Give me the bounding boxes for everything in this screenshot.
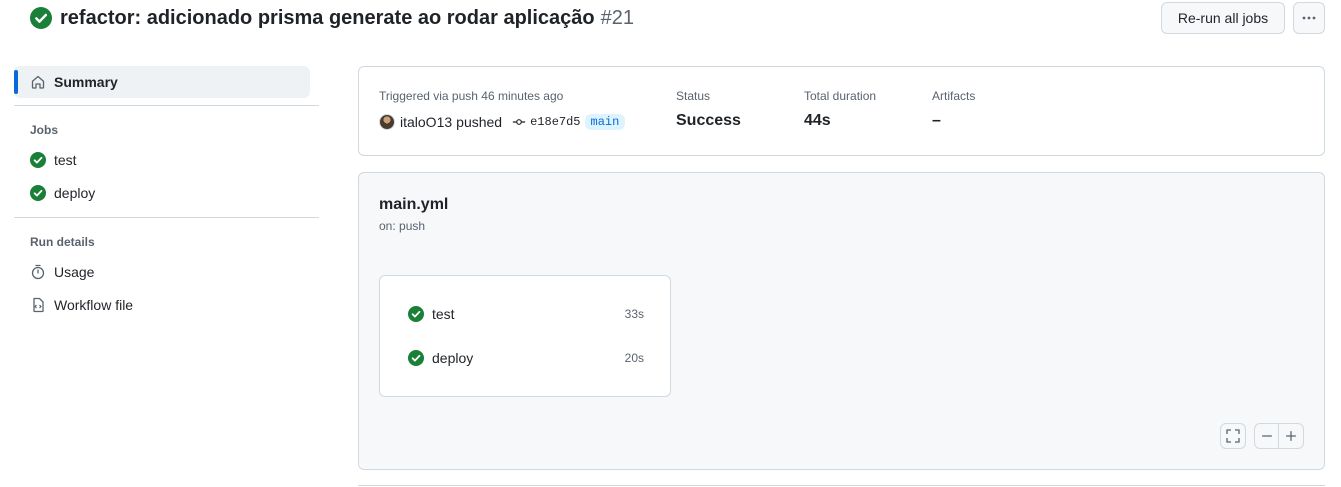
zoom-out-button[interactable] <box>1254 423 1279 449</box>
sidebar-item-label: Workflow file <box>54 296 134 313</box>
screen-full-icon <box>1226 429 1240 443</box>
avatar[interactable] <box>379 114 395 130</box>
branch-label[interactable]: main <box>584 114 626 130</box>
workflow-trigger: on: push <box>379 219 426 233</box>
success-check-icon <box>30 184 46 201</box>
actor-name[interactable]: italoO13 <box>400 114 452 130</box>
artifacts-value: – <box>932 112 941 129</box>
job-duration: 33s <box>624 307 644 321</box>
status-label: Status <box>676 89 711 103</box>
run-details-section-title: Run details <box>30 235 95 249</box>
duration-label: Total duration <box>804 89 877 103</box>
job-duration: 20s <box>624 351 644 365</box>
sidebar-item-label: deploy <box>54 184 96 201</box>
divider <box>14 217 319 218</box>
sidebar-item-label: Summary <box>54 74 118 90</box>
sidebar-item-job-deploy[interactable]: deploy <box>14 176 319 209</box>
git-commit-icon <box>512 119 526 125</box>
more-options-button[interactable] <box>1293 2 1325 34</box>
jobs-section-title: Jobs <box>30 123 59 137</box>
stopwatch-icon <box>31 264 45 279</box>
job-label: deploy <box>432 350 474 366</box>
sidebar: Summary Jobs test deploy Run details Usa… <box>14 66 319 321</box>
sidebar-item-job-test[interactable]: test <box>14 143 319 176</box>
success-check-icon <box>30 151 46 168</box>
divider <box>358 485 1325 486</box>
success-check-icon <box>30 7 52 29</box>
job-label: test <box>432 306 455 322</box>
sidebar-item-workflow-file[interactable]: Workflow file <box>14 288 319 321</box>
home-icon <box>31 75 45 89</box>
run-header: refactor: adicionado prisma generate ao … <box>30 6 634 30</box>
graph-job-deploy[interactable]: deploy 20s <box>408 348 644 368</box>
trigger-info: italoO13 pushed e18e7d5 main <box>379 112 626 132</box>
workflow-file-name[interactable]: main.yml <box>379 196 448 214</box>
plus-icon <box>1286 431 1296 441</box>
artifacts-label: Artifacts <box>932 89 976 103</box>
fullscreen-button[interactable] <box>1220 423 1246 449</box>
sidebar-item-usage[interactable]: Usage <box>14 255 319 288</box>
graph-job-test[interactable]: test 33s <box>408 304 644 324</box>
sidebar-item-label: test <box>54 151 77 168</box>
file-code-icon <box>33 297 44 312</box>
kebab-horizontal-icon <box>1302 16 1316 20</box>
rerun-all-jobs-button[interactable]: Re-run all jobs <box>1161 2 1285 34</box>
dash-icon <box>1261 435 1272 437</box>
run-title: refactor: adicionado prisma generate ao … <box>60 6 595 29</box>
run-number: #21 <box>600 6 634 29</box>
active-indicator <box>14 70 18 94</box>
commit-sha[interactable]: e18e7d5 <box>530 115 580 129</box>
sidebar-item-summary[interactable]: Summary <box>14 66 310 98</box>
jobs-group: test 33s deploy 20s <box>379 275 671 397</box>
duration-value: 44s <box>804 112 831 129</box>
success-check-icon <box>408 350 424 366</box>
status-value: Success <box>676 112 741 129</box>
workflow-graph-card: main.yml on: push test 33s deploy 20s <box>358 172 1325 470</box>
actor-action: pushed <box>456 114 503 130</box>
triggered-label: Triggered via push 46 minutes ago <box>379 89 564 103</box>
zoom-in-button[interactable] <box>1278 423 1304 449</box>
run-summary-card: Triggered via push 46 minutes ago italoO… <box>358 66 1325 156</box>
divider <box>14 105 319 106</box>
sidebar-item-label: Usage <box>54 263 95 280</box>
success-check-icon <box>408 306 424 322</box>
